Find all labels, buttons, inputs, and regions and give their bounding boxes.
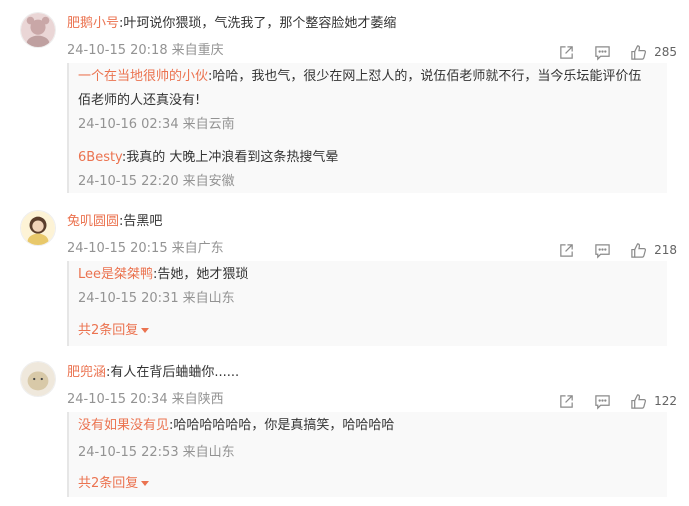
reply-text: :哈哈哈哈哈哈，你是真搞笑，哈哈哈哈 bbox=[169, 418, 395, 433]
comment-list: 肥鹅小号:叶珂说你猥琐，气洗我了，那个整容脸她才萎缩 24-10-15 20:1… bbox=[0, 0, 689, 506]
share-icon bbox=[558, 242, 575, 259]
share-button[interactable] bbox=[558, 44, 575, 61]
comment-date: 24-10-15 20:15 bbox=[67, 241, 168, 256]
view-more-label: 共2条回复 bbox=[78, 476, 139, 491]
reply-meta: 24-10-15 22:53 来自山东 bbox=[78, 445, 235, 461]
like-button[interactable]: 122 bbox=[630, 393, 677, 410]
like-button[interactable]: 218 bbox=[630, 242, 677, 259]
share-icon bbox=[558, 44, 575, 61]
reply-meta: 24-10-15 20:31 来自山东 bbox=[78, 291, 235, 307]
comment-location: 来自广东 bbox=[171, 241, 224, 256]
comment-text-line: 肥鹅小号:叶珂说你猥琐，气洗我了，那个整容脸她才萎缩 bbox=[67, 15, 396, 33]
comment-icon bbox=[594, 44, 611, 61]
comment-date: 24-10-15 20:34 bbox=[67, 392, 168, 407]
view-more-replies-link[interactable]: 共2条回复 bbox=[78, 323, 150, 339]
avatar[interactable] bbox=[20, 12, 56, 48]
comment-text: :叶珂说你猥琐，气洗我了，那个整容脸她才萎缩 bbox=[119, 16, 397, 31]
share-icon bbox=[558, 393, 575, 410]
comment-text-line: 肥兜涵:有人在背后蛐蛐你...... bbox=[67, 364, 239, 382]
comment-button[interactable] bbox=[594, 242, 611, 259]
reply-box: Lee是桀桀鸭:告她，她才猥琐 24-10-15 20:31 来自山东 共2条回复 bbox=[67, 261, 667, 346]
reply-date: 24-10-15 20:31 bbox=[78, 291, 179, 306]
reply-location: 来自安徽 bbox=[182, 174, 235, 189]
view-more-replies-link[interactable]: 共2条回复 bbox=[78, 476, 150, 492]
reply-box: 没有如果没有见:哈哈哈哈哈哈，你是真搞笑，哈哈哈哈 24-10-15 22:53… bbox=[67, 412, 667, 497]
like-count: 122 bbox=[654, 394, 677, 408]
comment-text-line: 兔叽圆圆:告黑吧 bbox=[67, 213, 162, 231]
comment-actions: 122 bbox=[558, 391, 677, 411]
comment-actions: 218 bbox=[558, 240, 677, 260]
reply-text-line: 一个在当地很帅的小伙:哈哈，我也气，很少在网上怼人的，说伍佰老师就不行，当今乐坛… bbox=[78, 65, 653, 113]
comment-button[interactable] bbox=[594, 393, 611, 410]
reply-username[interactable]: 6Besty bbox=[78, 150, 122, 165]
avatar[interactable] bbox=[20, 361, 56, 397]
view-more-label: 共2条回复 bbox=[78, 323, 139, 338]
reply-text-line: 6Besty:我真的 大晚上冲浪看到这条热搜气晕 bbox=[78, 146, 653, 170]
reply-location: 来自山东 bbox=[182, 445, 235, 460]
reply-text-line: 没有如果没有见:哈哈哈哈哈哈，你是真搞笑，哈哈哈哈 bbox=[78, 414, 653, 438]
reply-meta: 24-10-16 02:34 来自云南 bbox=[78, 117, 235, 133]
caret-down-icon bbox=[141, 328, 150, 333]
comment-meta: 24-10-15 20:15 来自广东 bbox=[67, 241, 224, 257]
like-count: 285 bbox=[654, 45, 677, 59]
comment-text: :告黑吧 bbox=[119, 214, 163, 229]
reply-text: :我真的 大晚上冲浪看到这条热搜气晕 bbox=[121, 150, 339, 165]
reply-text-line: Lee是桀桀鸭:告她，她才猥琐 bbox=[78, 263, 653, 287]
reply-meta: 24-10-15 22:20 来自安徽 bbox=[78, 174, 235, 190]
comment-button[interactable] bbox=[594, 44, 611, 61]
comment-location: 来自重庆 bbox=[171, 43, 224, 58]
reply-location: 来自云南 bbox=[182, 117, 235, 132]
comment-location: 来自陕西 bbox=[171, 392, 224, 407]
reply-username[interactable]: 没有如果没有见 bbox=[78, 418, 169, 433]
comment-meta: 24-10-15 20:18 来自重庆 bbox=[67, 43, 224, 59]
caret-down-icon bbox=[141, 481, 150, 486]
reply-box: 一个在当地很帅的小伙:哈哈，我也气，很少在网上怼人的，说伍佰老师就不行，当今乐坛… bbox=[67, 63, 667, 193]
share-button[interactable] bbox=[558, 393, 575, 410]
reply-username[interactable]: Lee是桀桀鸭 bbox=[78, 267, 153, 282]
comment-icon bbox=[594, 393, 611, 410]
share-button[interactable] bbox=[558, 242, 575, 259]
thumbs-up-icon bbox=[630, 242, 647, 259]
comment-text: :有人在背后蛐蛐你...... bbox=[106, 365, 240, 380]
comment-username[interactable]: 兔叽圆圆 bbox=[67, 214, 119, 229]
reply-username[interactable]: 一个在当地很帅的小伙 bbox=[78, 69, 208, 84]
comment-meta: 24-10-15 20:34 来自陕西 bbox=[67, 392, 224, 408]
avatar[interactable] bbox=[20, 210, 56, 246]
comment-username[interactable]: 肥鹅小号 bbox=[67, 16, 119, 31]
comment-actions: 285 bbox=[558, 42, 677, 62]
thumbs-up-icon bbox=[630, 393, 647, 410]
comment-username[interactable]: 肥兜涵 bbox=[67, 365, 106, 380]
like-button[interactable]: 285 bbox=[630, 44, 677, 61]
comment-icon bbox=[594, 242, 611, 259]
thumbs-up-icon bbox=[630, 44, 647, 61]
comment-date: 24-10-15 20:18 bbox=[67, 43, 168, 58]
reply-date: 24-10-15 22:53 bbox=[78, 445, 179, 460]
reply-date: 24-10-15 22:20 bbox=[78, 174, 179, 189]
reply-location: 来自山东 bbox=[182, 291, 235, 306]
reply-date: 24-10-16 02:34 bbox=[78, 117, 179, 132]
like-count: 218 bbox=[654, 243, 677, 257]
reply-text: :告她，她才猥琐 bbox=[153, 267, 249, 282]
